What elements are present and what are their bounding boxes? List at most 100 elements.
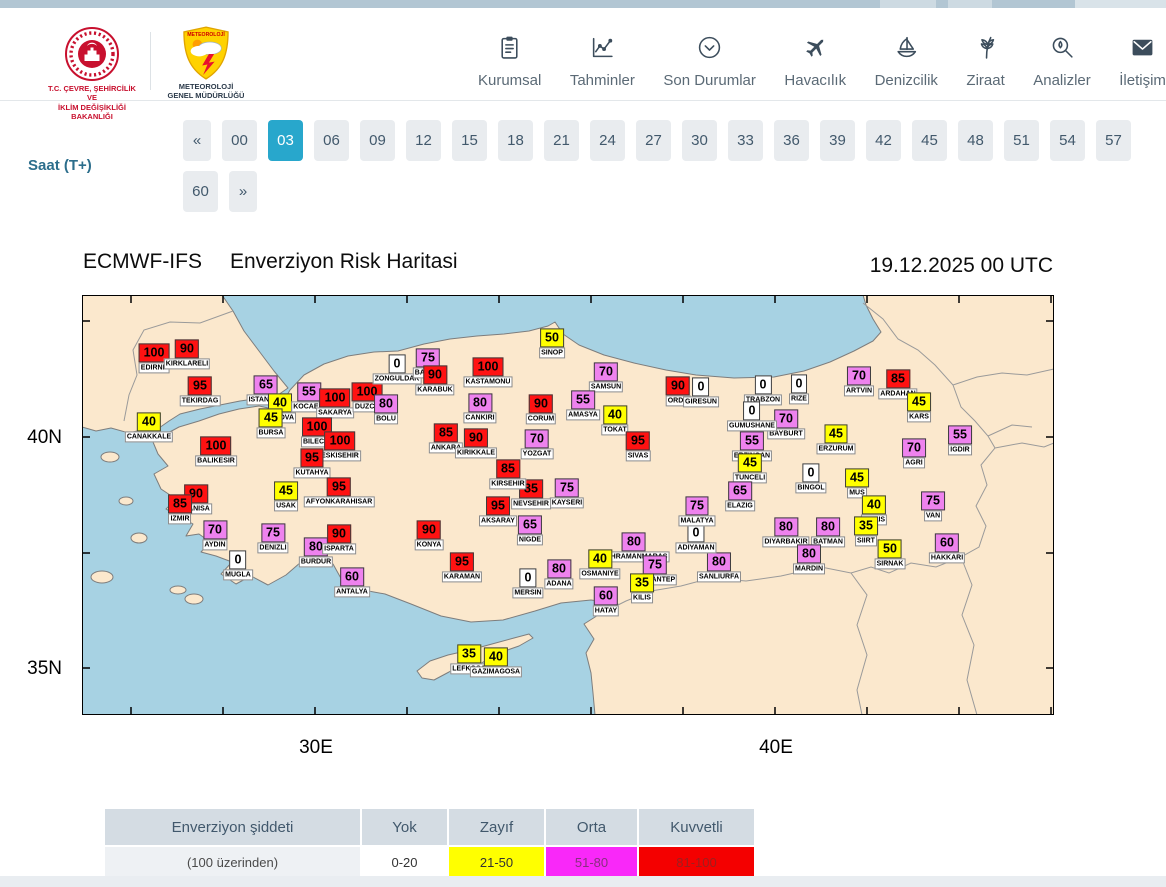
station-value: 55 [948, 425, 972, 445]
top-strip-item [948, 0, 992, 8]
station-label: TOKAT [601, 424, 629, 436]
station-label: SANLIURFA [696, 571, 742, 583]
hour-button-24[interactable]: 24 [590, 120, 625, 161]
plane-icon [803, 35, 828, 65]
page: T.C. ÇEVRE, ŞEHİRCİLİK VE İKLİM DEĞİŞİKL… [0, 0, 1166, 887]
svg-text:METEOROLOJİ: METEOROLOJİ [187, 31, 225, 38]
hour-button-03[interactable]: 03 [268, 120, 303, 161]
map-station-rize: 0 RIZE [789, 374, 809, 405]
station-value: 50 [540, 328, 564, 348]
hour-button-54[interactable]: 54 [1050, 120, 1085, 161]
map-station-diyarbakir: 80 DIYARBAKIR [762, 517, 810, 548]
station-label: YOZGAT [520, 448, 554, 460]
station-value: 35 [630, 573, 654, 593]
nav-item-label: Havacılık [784, 72, 847, 89]
nav-item-havacılık[interactable]: Havacılık [784, 35, 846, 89]
hour-button-57[interactable]: 57 [1096, 120, 1131, 161]
station-label: KIRIKKALE [454, 447, 498, 459]
map-station-samsun: 70 SAMSUN [588, 362, 624, 393]
station-value: 0 [388, 354, 406, 374]
legend-header-cell: Zayıf [449, 809, 544, 845]
legend-header-cell: Orta [546, 809, 637, 845]
wheat-icon [973, 35, 998, 65]
hour-button-51[interactable]: 51 [1004, 120, 1039, 161]
station-value: 45 [907, 392, 931, 412]
map-station-denizli: 75 DENIZLI [257, 523, 289, 554]
station-label: KASTAMONU [463, 376, 513, 388]
legend-header-cell: Yok [362, 809, 447, 845]
station-value: 95 [450, 552, 474, 572]
ministry-logo[interactable]: T.C. ÇEVRE, ŞEHİRCİLİK VE İKLİM DEĞİŞİKL… [48, 26, 136, 122]
map-station-antalya: 60 ANTALYA [334, 567, 370, 598]
hour-button-06[interactable]: 06 [314, 120, 349, 161]
clock-icon [697, 35, 722, 65]
station-value: 85 [168, 494, 192, 514]
station-value: 75 [643, 555, 667, 575]
hour-button-next[interactable]: » [229, 171, 257, 212]
hour-button-39[interactable]: 39 [820, 120, 855, 161]
hour-button-48[interactable]: 48 [958, 120, 993, 161]
hour-button-09[interactable]: 09 [360, 120, 395, 161]
hour-button-12[interactable]: 12 [406, 120, 441, 161]
map-station-tunceli: 45 TUNCELI [732, 453, 768, 484]
hour-button-00[interactable]: 00 [222, 120, 257, 161]
station-value: 80 [774, 517, 798, 537]
ministry-name: T.C. ÇEVRE, ŞEHİRCİLİK VE İKLİM DEĞİŞİKL… [48, 84, 136, 122]
station-value: 70 [594, 362, 618, 382]
station-value: 65 [254, 375, 278, 395]
hour-button-27[interactable]: 27 [636, 120, 671, 161]
hour-button-21[interactable]: 21 [544, 120, 579, 161]
station-label: ADANA [544, 578, 574, 590]
map-station-sirnak: 50 SIRNAK [874, 539, 906, 570]
top-strip [0, 0, 1166, 8]
hour-button-15[interactable]: 15 [452, 120, 487, 161]
station-label: KONYA [414, 539, 444, 551]
nav-item-ziraat[interactable]: Ziraat [966, 35, 1005, 89]
map-station-giresun: 0 GIRESUN [683, 377, 719, 408]
station-value: 90 [464, 428, 488, 448]
hour-button-33[interactable]: 33 [728, 120, 763, 161]
nav-item-kurumsal[interactable]: Kurumsal [478, 35, 541, 89]
station-value: 75 [921, 491, 945, 511]
hours-label: Saat (T+) [28, 157, 92, 174]
map-station-canakkale: 40 CANAKKALE [124, 412, 174, 443]
nav-item-son durumlar[interactable]: Son Durumlar [663, 35, 756, 89]
map-station-artvin: 70 ARTVIN [843, 366, 875, 397]
nav-item-label: Denizcilik [874, 72, 938, 89]
station-label: HAKKARI [928, 552, 966, 564]
map-station-afyonkarahisar: 95 AFYONKARAHISAR [303, 477, 375, 508]
station-value: 55 [740, 431, 764, 451]
map-station-malatya: 75 MALATYA [678, 496, 716, 527]
station-value: 0 [692, 377, 710, 397]
nav-item-label: Ziraat [966, 72, 1005, 89]
nav-item-label: İletişim [1119, 72, 1166, 89]
map-station-mugla: 0 MUGLA [223, 550, 253, 581]
nav-item-i̇letişim[interactable]: İletişim [1119, 35, 1166, 89]
legend-range-cell: 51-80 [546, 847, 637, 878]
map-station-aksaray: 95 AKSARAY [479, 496, 517, 527]
nav-item-tahminler[interactable]: Tahminler [570, 35, 635, 89]
hour-button-36[interactable]: 36 [774, 120, 809, 161]
top-strip-item [880, 0, 936, 8]
hour-button-45[interactable]: 45 [912, 120, 947, 161]
station-value: 65 [728, 481, 752, 501]
forecast-chart-icon [590, 35, 615, 65]
hour-button-18[interactable]: 18 [498, 120, 533, 161]
station-label: RIZE [789, 393, 809, 405]
hour-button-30[interactable]: 30 [682, 120, 717, 161]
envelope-icon [1130, 35, 1155, 65]
map-title: ECMWF-IFS Enverziyon Risk Haritasi [83, 250, 458, 274]
station-value: 40 [137, 412, 161, 432]
station-label: HATAY [592, 605, 620, 617]
hour-button-60[interactable]: 60 [183, 171, 218, 212]
map-station-sanliurfa: 80 SANLIURFA [696, 552, 742, 583]
station-label: SIVAS [625, 450, 651, 462]
hour-button-42[interactable]: 42 [866, 120, 901, 161]
map-title-text: Enverziyon Risk Haritasi [229, 250, 458, 273]
nav-item-denizcilik[interactable]: Denizcilik [875, 35, 938, 89]
mgm-logo[interactable]: METEOROLOJİ METEOROLOJİ GENEL MÜDÜRLÜĞÜ [163, 26, 249, 101]
map-station-karabuk: 90 KARABUK [415, 365, 455, 396]
station-value: 100 [319, 388, 351, 408]
hour-button-prev[interactable]: « [183, 120, 211, 161]
nav-item-analizler[interactable]: Analizler [1033, 35, 1091, 89]
